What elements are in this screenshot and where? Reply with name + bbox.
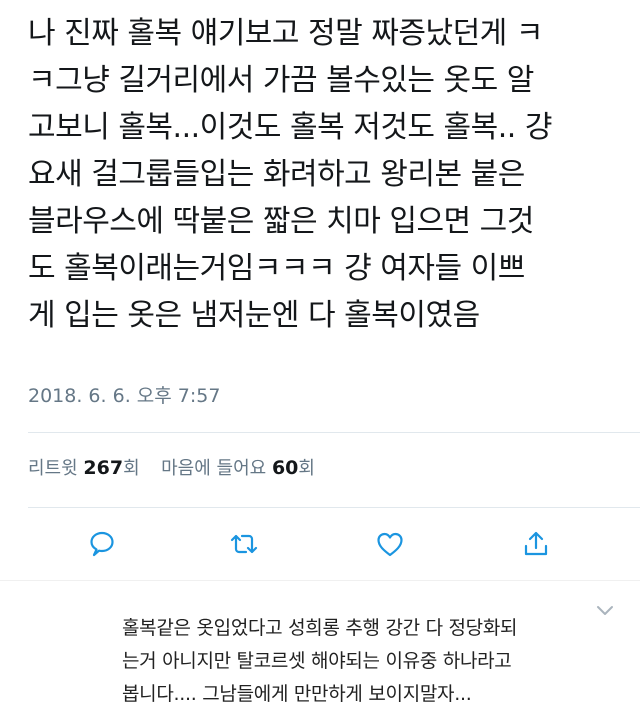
tweet-text-line: ㅋ그냥 길거리에서 가끔 볼수있는 옷도 알	[28, 63, 534, 98]
tweet-actions	[0, 522, 640, 566]
section-divider	[0, 580, 640, 581]
divider	[28, 507, 640, 508]
like-icon	[377, 532, 403, 557]
tweet-text-line: 고보니 홀복...이것도 홀복 저것도 홀복.. 걍	[28, 110, 552, 145]
like-label: 마음에 들어요	[161, 458, 267, 479]
retweet-count: 267	[83, 457, 124, 479]
tweet-text-line: 게 입는 옷은 냄저눈엔 다 홀복이였음	[28, 298, 480, 333]
tweet-text-line: 도 홀복이래는거임ㅋㅋㅋ 걍 여자들 이쁘	[28, 251, 525, 286]
like-stat[interactable]: 마음에 들어요 60회	[161, 457, 315, 479]
like-button[interactable]	[368, 522, 412, 566]
reply-icon	[90, 531, 114, 557]
retweet-unit: 회	[123, 458, 140, 479]
comment-text-line: 는거 아니지만 탈코르셋 해야되는 이유중 하나라고	[122, 650, 512, 672]
reply-button[interactable]	[80, 522, 124, 566]
comment-text-line: 봅니다.... 그남들에게 만만하게 보이지말자...	[122, 683, 472, 705]
like-unit: 회	[298, 458, 315, 479]
comment-text: 홀복같은 옷입었다고 성희롱 추행 강간 다 정당화되 는거 아니지만 탈코르셋…	[122, 612, 602, 711]
comment-text-line: 홀복같은 옷입었다고 성희롱 추행 강간 다 정당화되	[122, 617, 518, 639]
like-count: 60	[271, 457, 299, 479]
tweet-text-line: 요새 걸그룹들입는 화려하고 왕리본 붙은	[28, 157, 525, 192]
tweet-stats: 리트윗 267회 마음에 들어요 60회	[28, 454, 315, 480]
tweet-text: 나 진짜 홀복 얘기보고 정말 짜증났던게 ㅋ ㅋ그냥 길거리에서 가끔 볼수있…	[28, 10, 628, 339]
share-icon	[524, 531, 548, 556]
retweet-icon	[230, 534, 258, 554]
retweet-button[interactable]	[222, 522, 266, 566]
tweet-text-line: 블라우스에 딱붙은 짧은 치마 입으면 그것	[28, 204, 534, 239]
divider	[28, 432, 640, 433]
share-button[interactable]	[514, 522, 558, 566]
tweet-text-line: 나 진짜 홀복 얘기보고 정말 짜증났던게 ㅋ	[28, 16, 543, 51]
tweet-timestamp[interactable]: 2018. 6. 6. 오후 7:57	[28, 381, 220, 408]
retweet-label: 리트윗	[28, 458, 78, 479]
retweet-stat[interactable]: 리트윗 267회	[28, 457, 145, 479]
